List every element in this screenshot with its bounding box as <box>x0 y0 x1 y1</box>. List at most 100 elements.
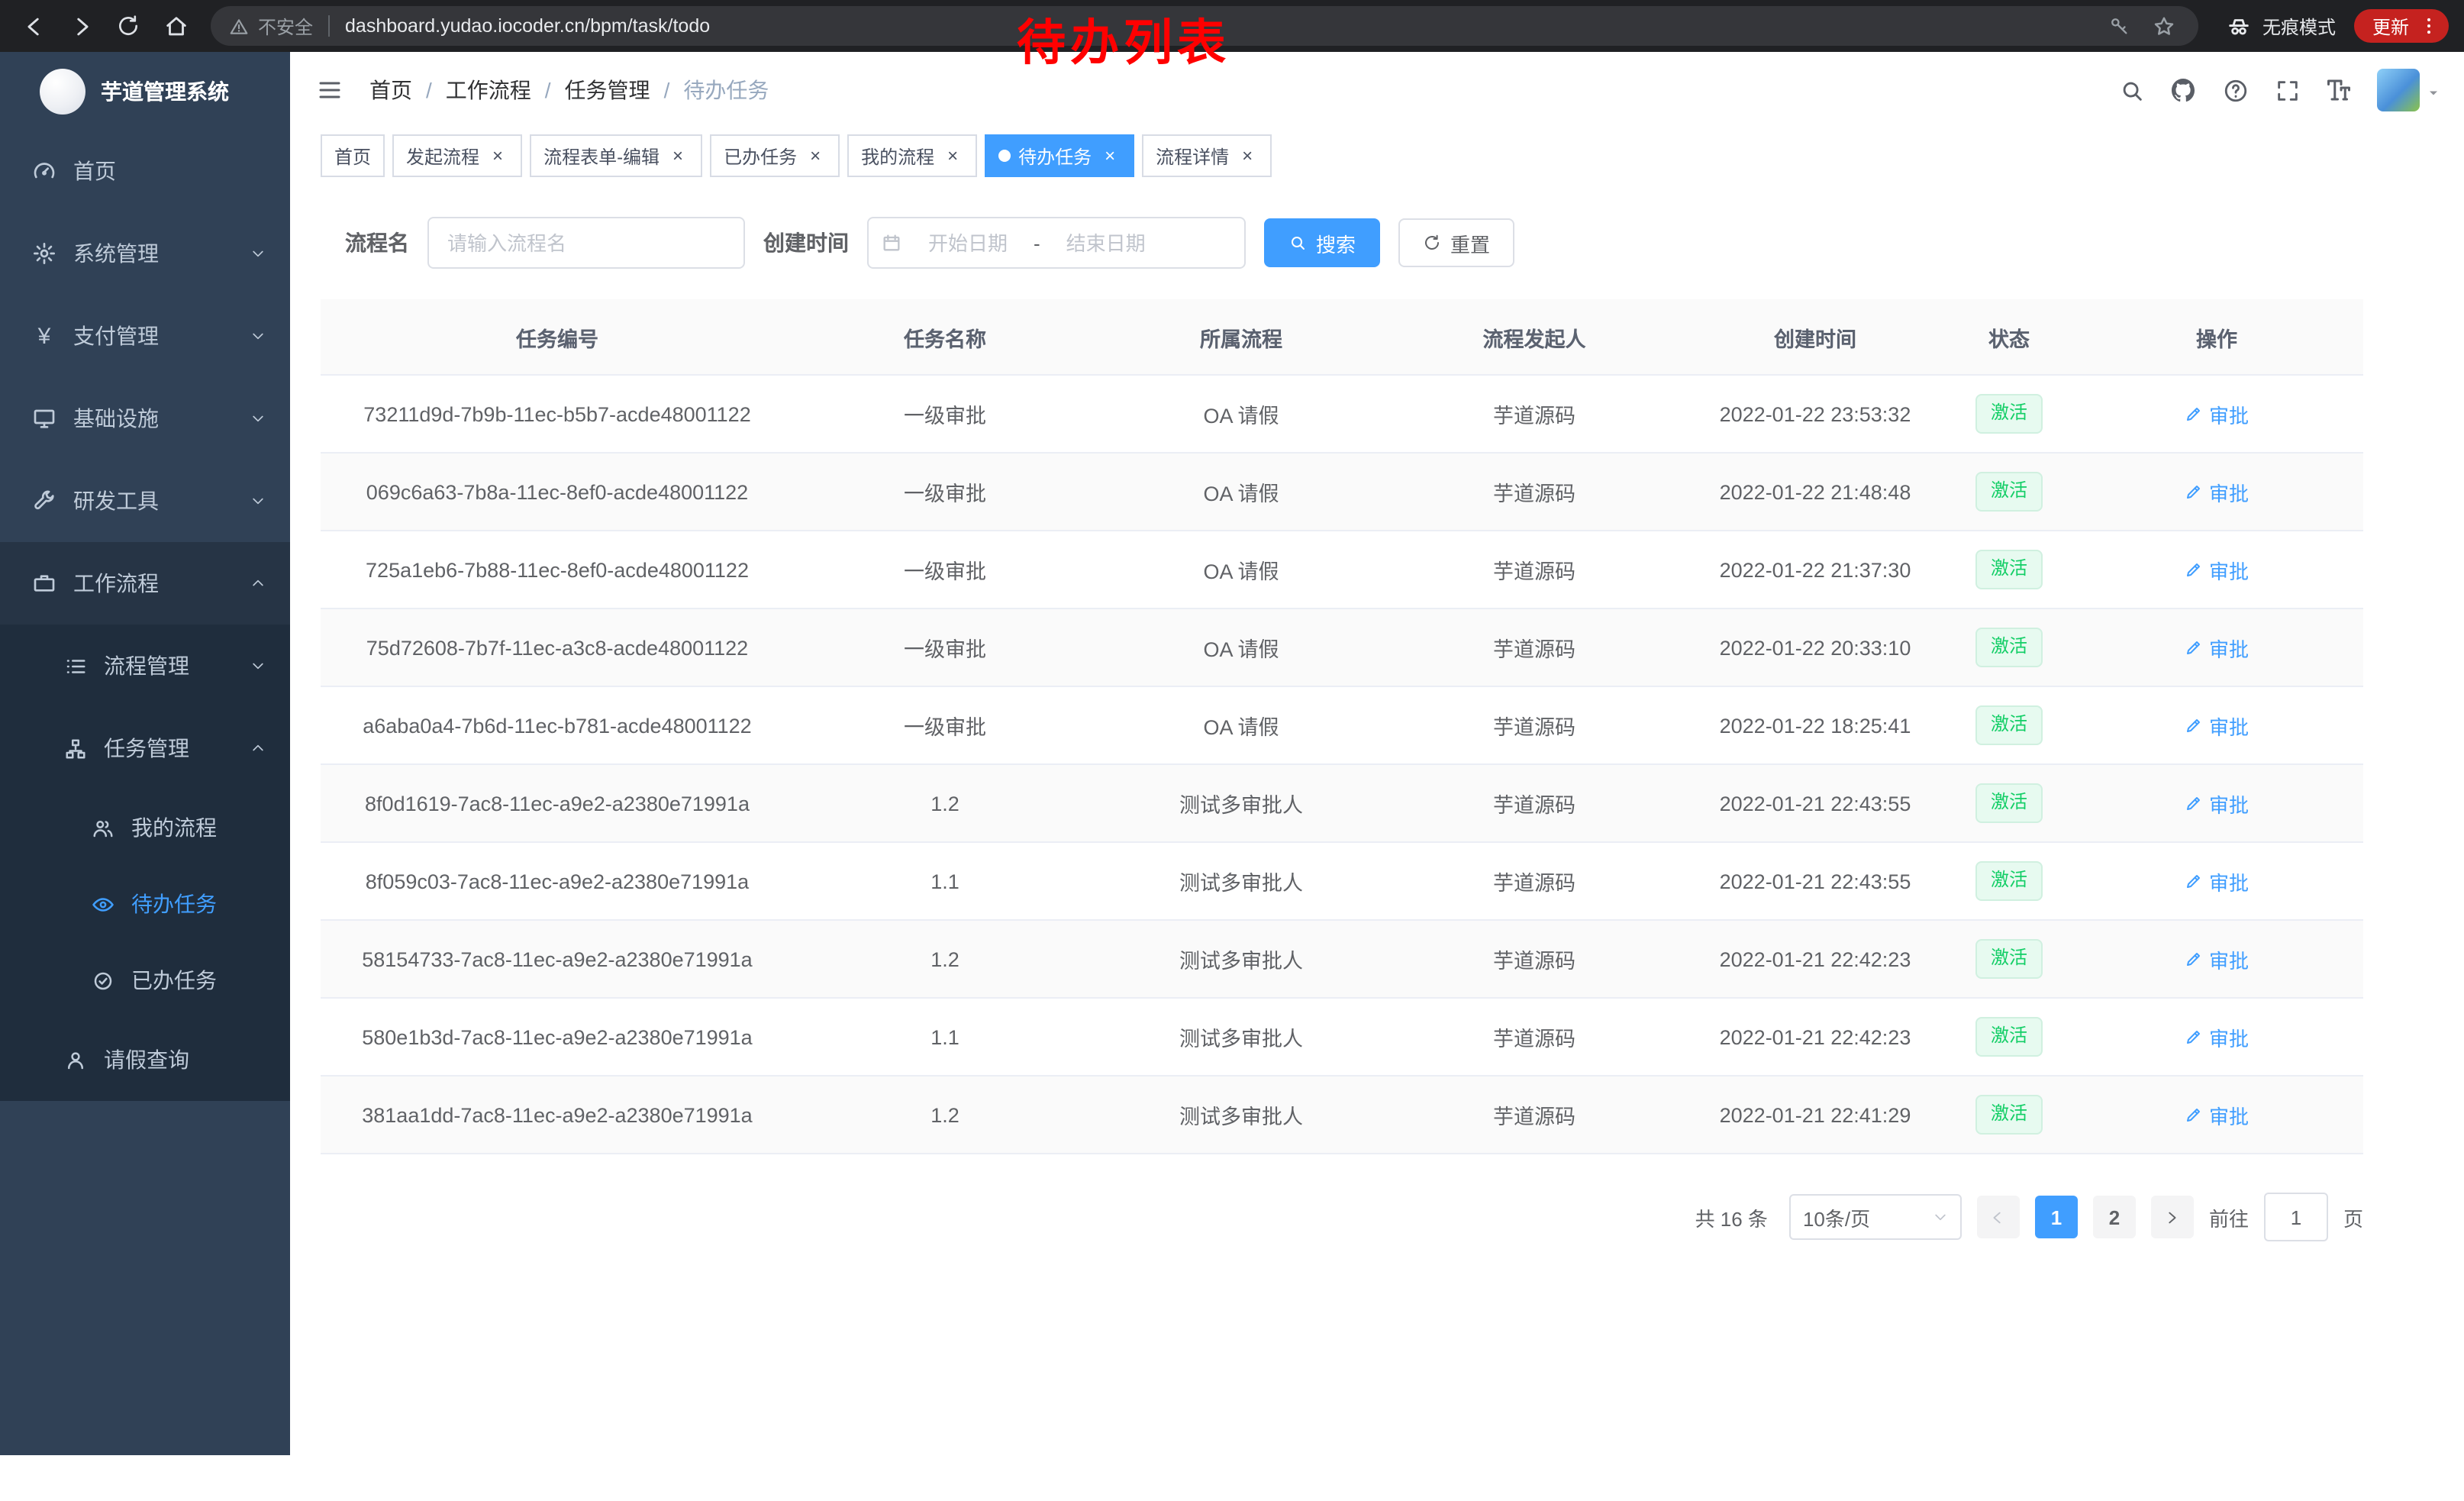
tab-home[interactable]: 首页 <box>321 134 385 177</box>
close-icon[interactable]: × <box>1237 145 1258 166</box>
cell-created: 2022-01-21 22:42:23 <box>1682 998 1948 1076</box>
warning-icon <box>229 16 249 36</box>
sidebar-item-infra[interactable]: 基础设施 <box>0 377 290 460</box>
back-button[interactable] <box>15 8 52 44</box>
sidebar-item-todo-tasks[interactable]: 待办任务 <box>0 866 290 942</box>
pagination: 共 16 条 10条/页 1 2 前往 页 <box>321 1193 2363 1241</box>
start-date-input[interactable] <box>908 231 1027 254</box>
refresh-button[interactable] <box>110 8 147 44</box>
sidebar-item-task-mgmt[interactable]: 任务管理 <box>0 707 290 789</box>
cell-created: 2022-01-22 18:25:41 <box>1682 686 1948 764</box>
hamburger-icon[interactable] <box>314 75 345 105</box>
close-icon[interactable]: × <box>805 145 826 166</box>
sidebar-item-label: 流程管理 <box>104 650 189 681</box>
table-row: 069c6a63-7b8a-11ec-8ef0-acde48001122 一级审… <box>321 453 2363 531</box>
sidebar-item-payment[interactable]: ¥ 支付管理 <box>0 295 290 377</box>
prev-page-button[interactable] <box>1977 1196 2020 1238</box>
approve-link[interactable]: 审批 <box>2185 399 2249 428</box>
sidebar-item-workflow[interactable]: 工作流程 <box>0 542 290 625</box>
cell-task-id: 73211d9d-7b9b-11ec-b5b7-acde48001122 <box>321 375 794 453</box>
approve-link[interactable]: 审批 <box>2185 633 2249 662</box>
cell-status: 激活 <box>1948 686 2070 764</box>
approve-link[interactable]: 审批 <box>2185 789 2249 818</box>
page-2-button[interactable]: 2 <box>2093 1196 2136 1238</box>
menu-dots-icon[interactable] <box>2418 15 2440 37</box>
tab-process-detail[interactable]: 流程详情× <box>1142 134 1272 177</box>
approve-link[interactable]: 审批 <box>2185 477 2249 506</box>
approve-link[interactable]: 审批 <box>2185 1022 2249 1051</box>
breadcrumb-workflow[interactable]: 工作流程 <box>446 75 531 105</box>
cell-status: 激活 <box>1948 842 2070 920</box>
calendar-icon <box>881 232 902 253</box>
breadcrumb-home[interactable]: 首页 <box>369 75 412 105</box>
close-icon[interactable]: × <box>487 145 508 166</box>
sidebar-item-system[interactable]: 系统管理 <box>0 212 290 295</box>
page-content: 流程名 创建时间 - 搜索 重置 <box>290 186 2464 1455</box>
font-size-icon[interactable] <box>2325 76 2353 104</box>
approve-link[interactable]: 审批 <box>2185 555 2249 584</box>
search-button[interactable]: 搜索 <box>1264 218 1380 267</box>
sidebar-item-my-process[interactable]: 我的流程 <box>0 789 290 866</box>
breadcrumb: 首页 / 工作流程 / 任务管理 / 待办任务 <box>369 75 769 105</box>
user-avatar[interactable] <box>2377 69 2420 111</box>
tab-form-edit[interactable]: 流程表单-编辑× <box>530 134 702 177</box>
status-badge: 激活 <box>1975 861 2043 901</box>
user-menu[interactable] <box>2377 69 2441 111</box>
approve-link[interactable]: 审批 <box>2185 867 2249 896</box>
cell-task-name: 一级审批 <box>794 608 1096 686</box>
cell-created: 2022-01-21 22:42:23 <box>1682 920 1948 998</box>
close-icon[interactable]: × <box>667 145 689 166</box>
caret-down-icon <box>2426 81 2441 108</box>
reset-button[interactable]: 重置 <box>1398 218 1514 267</box>
cell-task-id: 069c6a63-7b8a-11ec-8ef0-acde48001122 <box>321 453 794 531</box>
update-button[interactable]: 更新 <box>2354 9 2449 43</box>
close-icon[interactable]: × <box>942 145 963 166</box>
top-navbar: 首页 / 工作流程 / 任务管理 / 待办任务 <box>290 52 2464 128</box>
fullscreen-icon[interactable] <box>2273 76 2301 104</box>
key-icon[interactable] <box>2104 11 2134 41</box>
date-range-picker[interactable]: - <box>867 217 1246 269</box>
sidebar-item-process-mgmt[interactable]: 流程管理 <box>0 625 290 707</box>
sidebar-item-label: 任务管理 <box>104 733 189 763</box>
github-icon[interactable] <box>2169 76 2197 104</box>
help-icon[interactable] <box>2221 76 2249 104</box>
chevron-down-icon <box>250 658 266 673</box>
tab-todo-tasks[interactable]: 待办任务× <box>985 134 1134 177</box>
cell-created: 2022-01-21 22:43:55 <box>1682 842 1948 920</box>
next-page-button[interactable] <box>2151 1196 2194 1238</box>
status-badge: 激活 <box>1975 705 2043 745</box>
goto-page-input[interactable] <box>2264 1193 2328 1241</box>
cell-status: 激活 <box>1948 998 2070 1076</box>
sidebar-item-done-tasks[interactable]: 已办任务 <box>0 942 290 1018</box>
eye-icon <box>89 893 116 915</box>
sidebar-item-devtools[interactable]: 研发工具 <box>0 460 290 542</box>
tab-done-tasks[interactable]: 已办任务× <box>710 134 840 177</box>
approve-link[interactable]: 审批 <box>2185 1100 2249 1129</box>
home-button[interactable] <box>157 8 194 44</box>
breadcrumb-task-mgmt[interactable]: 任务管理 <box>565 75 650 105</box>
sidebar-item-home[interactable]: 首页 <box>0 130 290 212</box>
app-logo[interactable]: 芋道管理系统 <box>0 52 290 130</box>
yen-icon: ¥ <box>31 324 58 347</box>
cell-action: 审批 <box>2070 531 2363 608</box>
tab-start-process[interactable]: 发起流程× <box>392 134 522 177</box>
tab-my-process[interactable]: 我的流程× <box>847 134 977 177</box>
breadcrumb-current: 待办任务 <box>683 75 769 105</box>
col-task-name: 任务名称 <box>794 299 1096 375</box>
briefcase-icon <box>31 571 58 596</box>
forward-button[interactable] <box>63 8 99 44</box>
table-row: a6aba0a4-7b6d-11ec-b781-acde48001122 一级审… <box>321 686 2363 764</box>
page-size-select[interactable]: 10条/页 <box>1789 1194 1962 1240</box>
table-row: 8f059c03-7ac8-11ec-a9e2-a2380e71991a 1.1… <box>321 842 2363 920</box>
edit-icon <box>2185 794 2203 812</box>
bookmark-star-icon[interactable] <box>2150 11 2180 41</box>
end-date-input[interactable] <box>1047 231 1166 254</box>
close-icon[interactable]: × <box>1099 145 1121 166</box>
process-name-input[interactable] <box>427 217 745 269</box>
org-tree-icon <box>61 737 89 760</box>
approve-link[interactable]: 审批 <box>2185 944 2249 973</box>
page-1-button[interactable]: 1 <box>2035 1196 2078 1238</box>
search-icon[interactable] <box>2117 76 2145 104</box>
approve-link[interactable]: 审批 <box>2185 711 2249 740</box>
sidebar-item-leave-query[interactable]: 请假查询 <box>0 1018 290 1101</box>
